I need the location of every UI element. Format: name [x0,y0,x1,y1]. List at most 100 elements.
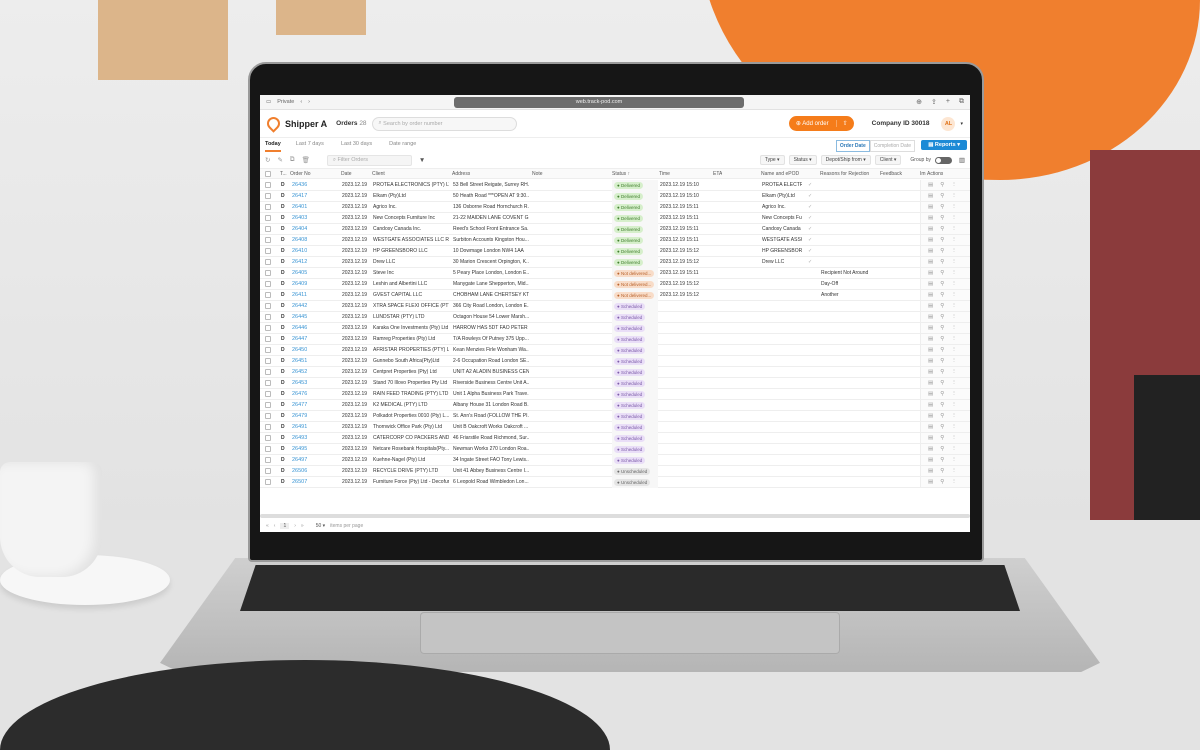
order-number-link[interactable]: 26452 [292,367,307,378]
forward-icon[interactable]: › [308,99,310,105]
map-pin-icon[interactable]: ⚲ [940,182,944,188]
column-header[interactable]: Name and ePOD [761,169,799,180]
filter-orders-input[interactable]: ⌕ Filter Orders [326,154,412,166]
details-icon[interactable]: ▤ [928,237,933,243]
column-header[interactable]: Actions [927,169,943,180]
more-icon[interactable]: ⋮ [951,358,957,364]
column-header[interactable]: Reasons for Rejection [820,169,869,180]
horizontal-scrollbar[interactable] [260,514,970,518]
more-icon[interactable]: ⋮ [951,292,957,298]
details-icon[interactable]: ▤ [928,325,933,331]
order-number-link[interactable]: 26497 [292,455,307,466]
table-row[interactable]: D 26451 2023.12.19 Gunnebo South Africa(… [260,356,970,367]
map-pin-icon[interactable]: ⚲ [940,358,944,364]
current-page[interactable]: 1 [280,523,290,529]
more-icon[interactable]: ⋮ [951,446,957,452]
select-all-checkbox[interactable] [265,171,271,177]
more-icon[interactable]: ⋮ [951,457,957,463]
map-pin-icon[interactable]: ⚲ [940,380,944,386]
last-page-button[interactable]: » [301,523,304,529]
address-bar[interactable]: web.track-pod.com [454,96,745,108]
table-row[interactable]: D 26452 2023.12.19 Centpret Properties (… [260,367,970,378]
more-icon[interactable]: ⋮ [951,347,957,353]
more-icon[interactable]: ⋮ [951,182,957,188]
row-checkbox[interactable] [265,347,271,353]
reports-button[interactable]: ▤ Reports ▾ [921,140,967,150]
order-number-link[interactable]: 26404 [292,224,307,235]
column-header[interactable]: ETA [713,169,722,180]
table-row[interactable]: D 26401 2023.12.19 Agrico Inc. 136 Osbor… [260,202,970,213]
tab-last-7-days[interactable]: Last 7 days [296,141,333,152]
upload-icon[interactable]: ⇧ [835,120,854,127]
more-icon[interactable]: ⋮ [951,204,957,210]
table-row[interactable]: D 26491 2023.12.19 Thornwick Office Park… [260,422,970,433]
order-number-link[interactable]: 26495 [292,444,307,455]
more-icon[interactable]: ⋮ [951,424,957,430]
order-number-link[interactable]: 26451 [292,356,307,367]
map-pin-icon[interactable]: ⚲ [940,259,944,265]
table-row[interactable]: D 26417 2023.12.19 Elkam (Pty)Ltd 50 Hea… [260,191,970,202]
map-pin-icon[interactable]: ⚲ [940,468,944,474]
row-checkbox[interactable] [265,248,271,254]
table-row[interactable]: D 26479 2023.12.19 Polkadot Properties 0… [260,411,970,422]
more-icon[interactable]: ⋮ [951,314,957,320]
row-checkbox[interactable] [265,270,271,276]
map-pin-icon[interactable]: ⚲ [940,215,944,221]
more-icon[interactable]: ⋮ [951,193,957,199]
details-icon[interactable]: ▤ [928,292,933,298]
details-icon[interactable]: ▤ [928,413,933,419]
map-pin-icon[interactable]: ⚲ [940,336,944,342]
prev-page-button[interactable]: ‹ [274,523,276,529]
table-row[interactable]: D 26404 2023.12.19 Candosy Canada Inc. R… [260,224,970,235]
signature-icon[interactable]: ✓ [808,224,812,235]
more-icon[interactable]: ⋮ [951,281,957,287]
row-checkbox[interactable] [265,479,271,485]
order-number-link[interactable]: 26409 [292,279,307,290]
map-pin-icon[interactable]: ⚲ [940,446,944,452]
row-checkbox[interactable] [265,314,271,320]
column-header[interactable]: Status ↑ [612,169,630,180]
row-checkbox[interactable] [265,402,271,408]
row-checkbox[interactable] [265,369,271,375]
add-order-label[interactable]: ⊕ Add order [789,120,836,127]
row-checkbox[interactable] [265,303,271,309]
tab-last-30-days[interactable]: Last 30 days [341,141,381,152]
details-icon[interactable]: ▤ [928,204,933,210]
row-checkbox[interactable] [265,457,271,463]
map-pin-icon[interactable]: ⚲ [940,457,944,463]
details-icon[interactable]: ▤ [928,336,933,342]
chevron-down-icon[interactable]: ▾ [960,121,963,127]
table-row[interactable]: D 26445 2023.12.19 LUNDSTAR (PTY) LTD Oc… [260,312,970,323]
more-icon[interactable]: ⋮ [951,468,957,474]
order-number-link[interactable]: 26401 [292,202,307,213]
order-number-link[interactable]: 26412 [292,257,307,268]
row-checkbox[interactable] [265,215,271,221]
signature-icon[interactable]: ✓ [808,235,812,246]
table-row[interactable]: D 26442 2023.12.19 XTRA SPACE FLEXI OFFI… [260,301,970,312]
map-pin-icon[interactable]: ⚲ [940,413,944,419]
order-number-link[interactable]: 26447 [292,334,307,345]
more-icon[interactable]: ⋮ [951,270,957,276]
tab-today[interactable]: Today [265,141,281,152]
edit-icon[interactable]: ✎ [277,156,282,164]
map-pin-icon[interactable]: ⚲ [940,369,944,375]
map-pin-icon[interactable]: ⚲ [940,303,944,309]
map-pin-icon[interactable]: ⚲ [940,424,944,430]
table-row[interactable]: D 26506 2023.12.19 RECYCLE DRIVE (PTY) L… [260,466,970,477]
more-icon[interactable]: ⋮ [951,479,957,485]
more-icon[interactable]: ⋮ [951,303,957,309]
more-icon[interactable]: ⋮ [951,215,957,221]
more-icon[interactable]: ⋮ [951,435,957,441]
details-icon[interactable]: ▤ [928,391,933,397]
avatar[interactable]: AL [941,116,956,131]
table-row[interactable]: D 26409 2023.12.19 Leshin and Albertini … [260,279,970,290]
table-row[interactable]: D 26405 2023.12.19 Steve Inc 5 Peary Pla… [260,268,970,279]
details-icon[interactable]: ▤ [928,248,933,254]
row-checkbox[interactable] [265,468,271,474]
more-icon[interactable]: ⋮ [951,248,957,254]
order-number-link[interactable]: 26477 [292,400,307,411]
row-checkbox[interactable] [265,226,271,232]
more-icon[interactable]: ⋮ [951,325,957,331]
table-row[interactable]: D 26507 2023.12.19 Furniture Force (Pty)… [260,477,970,488]
table-row[interactable]: D 26412 2023.12.19 Drew LLC 30 Marion Cr… [260,257,970,268]
